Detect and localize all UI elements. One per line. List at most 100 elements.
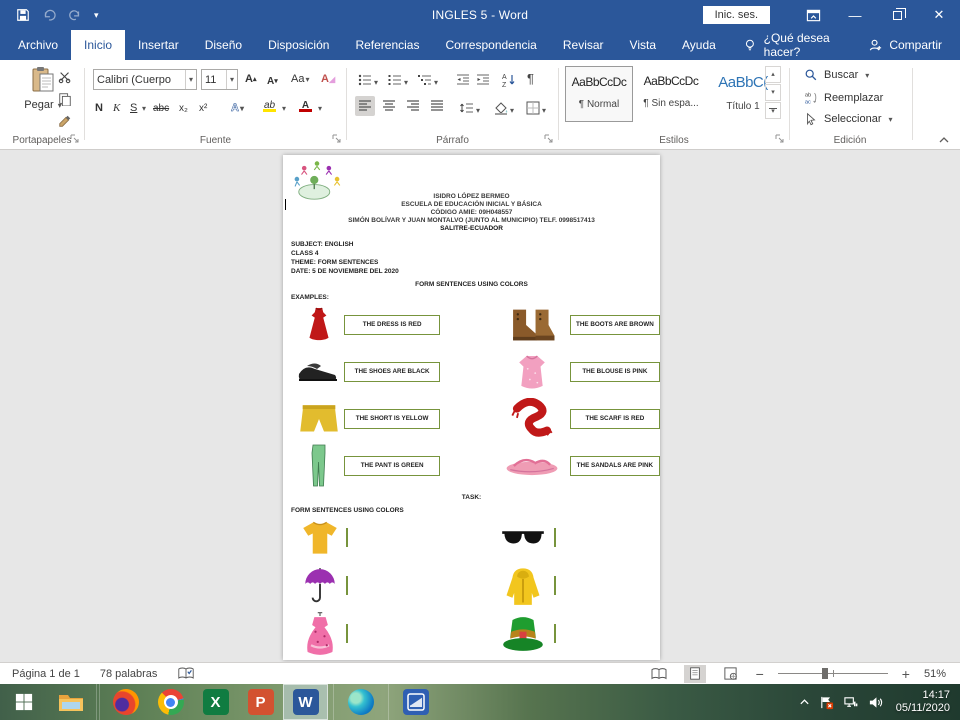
file-explorer-button[interactable] xyxy=(48,684,93,720)
clear-formatting-button[interactable]: A◢ xyxy=(321,69,335,89)
bold-button[interactable]: N xyxy=(95,98,103,118)
sentence-box[interactable]: THE BLOUSE IS PINK xyxy=(570,362,660,382)
sign-in-button[interactable]: Inic. ses. xyxy=(703,6,770,24)
underline-button[interactable]: S xyxy=(130,98,137,118)
redo-icon[interactable] xyxy=(68,8,82,22)
save-icon[interactable] xyxy=(16,8,30,22)
format-painter-icon[interactable] xyxy=(58,114,72,128)
sentence-box[interactable]: THE DRESS IS RED xyxy=(344,315,440,335)
bullets-dropdown[interactable]: ▾ xyxy=(373,72,378,92)
tab-correspondencia[interactable]: Correspondencia xyxy=(432,30,549,60)
tab-revisar[interactable]: Revisar xyxy=(550,30,617,60)
text-effects-button[interactable]: A▾ xyxy=(231,98,244,118)
align-center-button[interactable] xyxy=(379,96,399,116)
select-button[interactable]: Seleccionar▾ xyxy=(804,112,893,126)
clipboard-dialog-launcher[interactable] xyxy=(70,134,80,144)
borders-icon[interactable] xyxy=(525,98,541,118)
change-case-button[interactable]: Aa▾ xyxy=(291,69,309,89)
chrome-button[interactable] xyxy=(148,684,193,720)
document-page[interactable]: ISIDRO LÓPEZ BERMEO ESCUELA DE EDUCACIÓN… xyxy=(283,155,660,660)
find-button[interactable]: Buscar▾ xyxy=(804,68,869,82)
web-layout-icon[interactable] xyxy=(720,665,742,683)
answer-box[interactable] xyxy=(554,624,556,643)
action-center-flag-icon[interactable] xyxy=(819,695,834,710)
zoom-level[interactable]: 51% xyxy=(924,668,946,680)
sentence-box[interactable]: THE BOOTS ARE BROWN xyxy=(570,315,660,335)
italic-button[interactable]: K xyxy=(113,98,120,118)
network-icon[interactable] xyxy=(843,695,859,710)
styles-scroll-down-icon[interactable]: ▾ xyxy=(765,84,781,101)
tab-archivo[interactable]: Archivo xyxy=(0,30,71,60)
answer-box[interactable] xyxy=(346,528,348,547)
tab-diseno[interactable]: Diseño xyxy=(192,30,255,60)
restore-button[interactable] xyxy=(876,0,918,30)
paragraph-dialog-launcher[interactable] xyxy=(544,134,554,144)
scanner-app-button[interactable] xyxy=(393,684,438,720)
align-left-button[interactable] xyxy=(355,96,375,116)
decrease-indent-icon[interactable] xyxy=(455,70,471,90)
proofing-icon[interactable] xyxy=(177,666,195,681)
tab-disposicion[interactable]: Disposición xyxy=(255,30,342,60)
tab-insertar[interactable]: Insertar xyxy=(125,30,192,60)
firefox-button[interactable] xyxy=(103,684,148,720)
line-spacing-dropdown[interactable]: ▾ xyxy=(475,100,480,120)
tab-vista[interactable]: Vista xyxy=(617,30,669,60)
grow-font-button[interactable]: A▴ xyxy=(245,69,256,89)
shading-icon[interactable] xyxy=(493,98,509,118)
multilevel-list-icon[interactable] xyxy=(417,70,433,90)
numbering-icon[interactable] xyxy=(387,70,403,90)
zoom-slider-knob[interactable] xyxy=(822,668,828,679)
tell-me-search[interactable]: ¿Qué desea hacer? xyxy=(743,30,868,60)
styles-scroll-up-icon[interactable]: ▴ xyxy=(765,66,781,83)
powerpoint-button[interactable]: P xyxy=(238,684,283,720)
clock[interactable]: 14:17 05/11/2020 xyxy=(896,689,950,715)
document-area[interactable]: ISIDRO LÓPEZ BERMEO ESCUELA DE EDUCACIÓN… xyxy=(0,150,960,662)
ribbon-display-options-icon[interactable] xyxy=(792,0,834,30)
shrink-font-button[interactable]: A▾ xyxy=(267,71,278,91)
bullets-icon[interactable] xyxy=(357,70,373,90)
font-name-combo[interactable]: Calibri (Cuerpo▾ xyxy=(93,69,197,90)
replace-button[interactable]: Reemplazar xyxy=(804,90,883,105)
justify-button[interactable] xyxy=(427,96,447,116)
align-right-button[interactable] xyxy=(403,96,423,116)
sentence-box[interactable]: THE SHOES ARE BLACK xyxy=(344,362,440,382)
borders-dropdown[interactable]: ▾ xyxy=(541,100,546,120)
volume-icon[interactable] xyxy=(868,695,883,710)
show-marks-icon[interactable]: ¶ xyxy=(527,68,534,88)
style-sin-espaciado[interactable]: AaBbCcDc ¶ Sin espa... xyxy=(637,66,705,122)
sort-icon[interactable] xyxy=(501,70,517,90)
zoom-slider[interactable] xyxy=(778,673,888,674)
highlight-dropdown[interactable]: ▾ xyxy=(281,98,286,118)
cut-icon[interactable] xyxy=(58,70,72,84)
start-button[interactable] xyxy=(0,684,48,720)
answer-box[interactable] xyxy=(554,576,556,595)
shading-dropdown[interactable]: ▾ xyxy=(509,100,514,120)
sentence-box[interactable]: THE PANT IS GREEN xyxy=(344,456,440,476)
font-color-button[interactable]: A xyxy=(299,96,312,116)
subscript-button[interactable]: x₂ xyxy=(179,98,188,118)
zoom-out-button[interactable]: − xyxy=(756,666,764,682)
word-button[interactable]: W xyxy=(283,684,328,720)
font-size-combo[interactable]: 11▾ xyxy=(201,69,238,90)
underline-dropdown[interactable]: ▾ xyxy=(141,98,146,118)
increase-indent-icon[interactable] xyxy=(475,70,491,90)
superscript-button[interactable]: x² xyxy=(199,98,207,118)
tray-expand-icon[interactable] xyxy=(799,698,810,706)
line-spacing-icon[interactable] xyxy=(459,98,475,118)
minimize-button[interactable]: — xyxy=(834,0,876,30)
zoom-in-button[interactable]: + xyxy=(902,666,910,682)
tab-referencias[interactable]: Referencias xyxy=(342,30,432,60)
styles-more-icon[interactable]: ▾ xyxy=(765,102,781,119)
close-button[interactable]: ✕ xyxy=(918,0,960,30)
highlight-color-button[interactable]: ab xyxy=(263,96,276,116)
sentence-box[interactable]: THE SCARF IS RED xyxy=(570,409,660,429)
page-count[interactable]: Página 1 de 1 xyxy=(12,668,80,680)
share-button[interactable]: Compartir xyxy=(868,30,960,60)
customize-qat-icon[interactable]: ▾ xyxy=(94,10,99,21)
excel-button[interactable]: X xyxy=(193,684,238,720)
multilevel-dropdown[interactable]: ▾ xyxy=(433,72,438,92)
styles-dialog-launcher[interactable] xyxy=(775,134,785,144)
strikethrough-button[interactable]: abc xyxy=(153,98,169,118)
copy-icon[interactable] xyxy=(58,92,72,106)
style-normal[interactable]: AaBbCcDc ¶ Normal xyxy=(565,66,633,122)
